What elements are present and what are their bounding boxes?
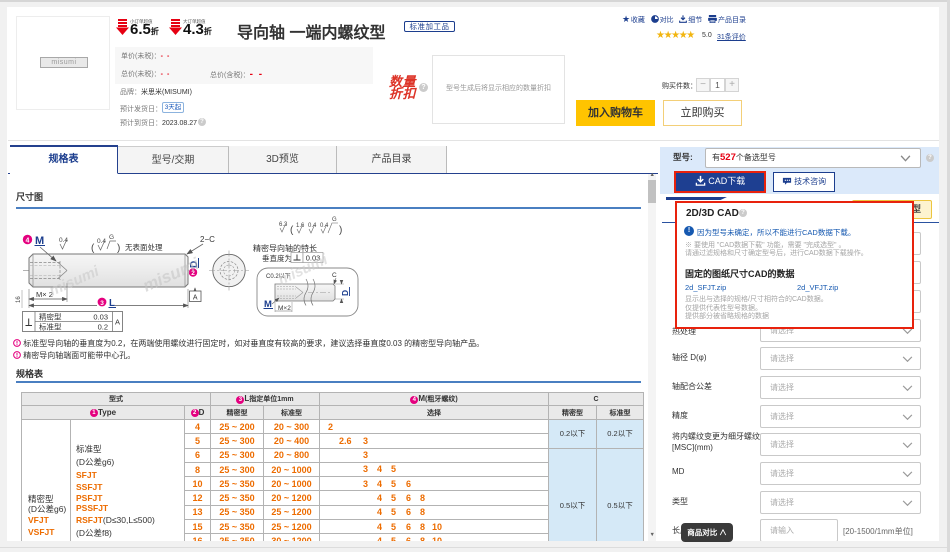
svg-text:0.4: 0.4 [308, 223, 317, 229]
svg-text:0.4: 0.4 [320, 223, 329, 229]
svg-text:G: G [109, 234, 114, 241]
svg-text:0.4: 0.4 [97, 238, 106, 245]
svg-text:精密导向轴的特长: 精密导向轴的特长 [253, 243, 317, 253]
svg-text:A: A [193, 294, 198, 301]
svg-text:4: 4 [26, 237, 30, 244]
svg-text:(: ( [290, 225, 294, 236]
svg-text:0.03: 0.03 [93, 313, 108, 322]
svg-text:C: C [332, 272, 337, 279]
svg-text:0.2: 0.2 [98, 323, 108, 332]
svg-text:(: ( [91, 243, 95, 254]
svg-text:A: A [115, 318, 120, 327]
svg-text:3: 3 [100, 300, 104, 307]
svg-text:2−C: 2−C [200, 235, 215, 244]
svg-text:1.6: 1.6 [296, 223, 305, 229]
svg-text:): ) [339, 225, 342, 236]
svg-text:0.4: 0.4 [59, 237, 68, 244]
svg-text:无表面处理: 无表面处理 [125, 242, 163, 252]
svg-text:精密型: 精密型 [39, 312, 62, 322]
svg-text:垂直度为: 垂直度为 [262, 253, 292, 263]
svg-text:6.3: 6.3 [279, 222, 288, 228]
svg-text:16: 16 [16, 296, 22, 303]
svg-text:标准型: 标准型 [39, 322, 62, 332]
svg-text:G: G [332, 217, 337, 223]
svg-text:): ) [117, 243, 120, 254]
svg-text:D: D [340, 290, 350, 296]
